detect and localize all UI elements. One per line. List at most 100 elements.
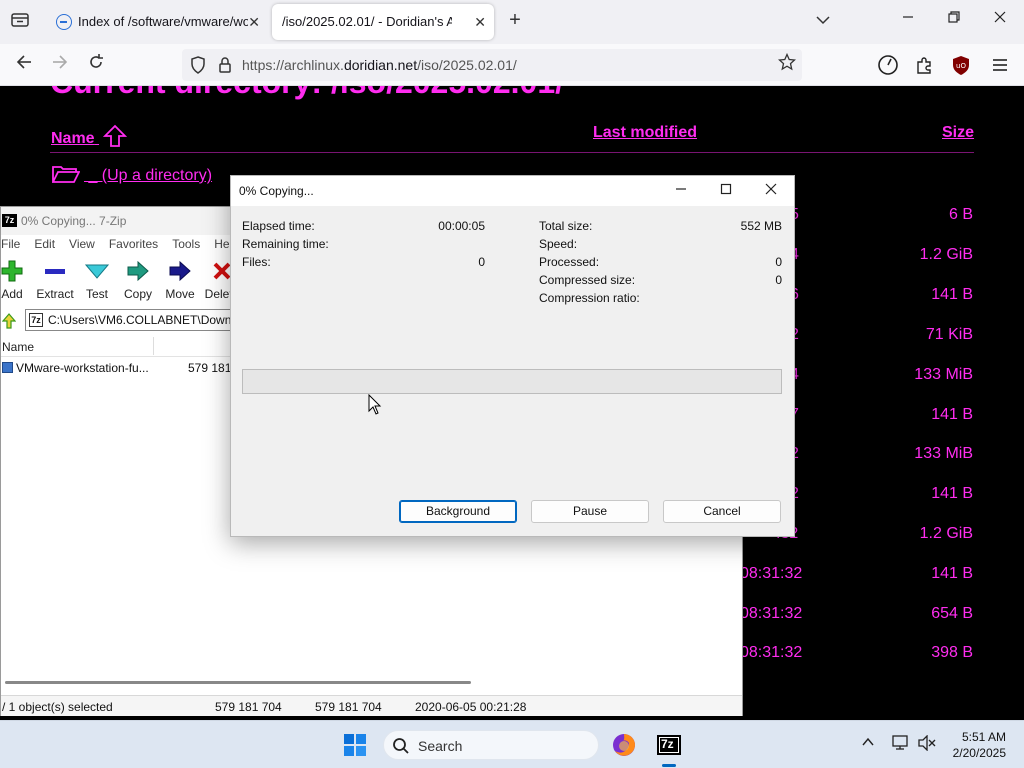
- address-bar[interactable]: https://archlinux.doridian.net/iso/2025.…: [182, 49, 802, 81]
- 7zip-menu-bar: File Edit View Favorites Tools Help: [1, 237, 253, 255]
- forward-button[interactable]: [48, 53, 72, 77]
- menu-tools[interactable]: Tools: [172, 237, 200, 251]
- column-name-label[interactable]: Name: [51, 130, 95, 147]
- up-directory-link[interactable]: _ (Up a directory): [52, 164, 212, 185]
- url-text: https://archlinux.doridian.net/iso/2025.…: [242, 57, 517, 73]
- test-button[interactable]: Test: [75, 259, 119, 301]
- speedometer-icon[interactable]: [877, 54, 899, 76]
- compressed-size-value: 0: [775, 273, 782, 287]
- compressed-size-label: Compressed size:: [539, 273, 636, 287]
- url-prefix: https://archlinux.: [242, 57, 344, 73]
- row-size: 654 B: [931, 605, 973, 622]
- copy-progress-bar: [242, 369, 782, 394]
- restore-icon[interactable]: [944, 10, 964, 29]
- remaining-time-label: Remaining time:: [242, 237, 329, 251]
- back-button[interactable]: [12, 53, 36, 77]
- extensions-icon[interactable]: [913, 54, 935, 76]
- copy-arrow-icon: [127, 260, 149, 282]
- menu-view[interactable]: View: [69, 237, 95, 251]
- plus-icon: [1, 260, 23, 282]
- menu-file[interactable]: File: [1, 237, 20, 251]
- dialog-title: 0% Copying...: [239, 184, 314, 198]
- menu-edit[interactable]: Edit: [34, 237, 55, 251]
- row-size: 1.2 GiB: [919, 246, 973, 263]
- column-name[interactable]: Name: [2, 340, 34, 354]
- tracking-protection-icon[interactable]: [190, 56, 206, 74]
- move-arrow-icon: [169, 260, 191, 282]
- row-size: 398 B: [931, 644, 973, 661]
- windows-start-icon[interactable]: [344, 734, 366, 756]
- move-label: Move: [165, 287, 195, 301]
- menu-favorites[interactable]: Favorites: [109, 237, 158, 251]
- row-size: 141 B: [931, 406, 973, 423]
- folder-open-icon: [52, 166, 80, 183]
- 7zip-title: 0% Copying... 7-Zip: [21, 214, 127, 228]
- firefox-view-icon[interactable]: [10, 12, 30, 32]
- tab-vmware-index[interactable]: Index of /software/vmware/workstation ✕: [44, 4, 268, 40]
- test-label: Test: [85, 287, 108, 301]
- column-name-header[interactable]: Name: [51, 124, 128, 148]
- header-divider: [50, 152, 974, 153]
- close-tab-icon[interactable]: ✕: [474, 4, 486, 40]
- 7zip-status-bar: / 1 object(s) selected 579 181 704 579 1…: [1, 695, 742, 716]
- row-size: 1.2 GiB: [919, 525, 973, 542]
- volume-muted-icon[interactable]: [918, 734, 936, 754]
- total-size-value: 552 MB: [740, 219, 782, 233]
- minimize-icon[interactable]: [898, 10, 918, 29]
- firefox-taskbar-icon[interactable]: [610, 731, 638, 759]
- file-icon: [2, 362, 13, 373]
- lock-icon[interactable]: [218, 56, 232, 74]
- horizontal-scrollbar[interactable]: [5, 681, 471, 684]
- list-all-tabs-icon[interactable]: [816, 12, 830, 28]
- close-icon[interactable]: [761, 182, 781, 198]
- column-separator[interactable]: [153, 337, 154, 355]
- row-size: 141 B: [931, 565, 973, 582]
- add-button[interactable]: Add: [0, 259, 34, 301]
- ublock-shield-icon[interactable]: uO: [950, 54, 972, 76]
- minimize-icon[interactable]: [671, 182, 691, 198]
- page-heading: Current directory: /iso/2025.02.01/: [50, 86, 564, 101]
- dialog-title-bar: 0% Copying...: [231, 176, 794, 206]
- row-date: 08:31:32: [740, 644, 803, 661]
- pause-button[interactable]: Pause: [531, 500, 649, 523]
- clock-date: 2/20/2025: [952, 746, 1006, 760]
- menu-hamburger-icon[interactable]: [989, 54, 1011, 76]
- network-icon[interactable]: [892, 735, 910, 754]
- clock-time: 5:51 AM: [961, 730, 1006, 744]
- elapsed-time-label: Elapsed time:: [242, 219, 315, 233]
- path-input[interactable]: 7z C:\Users\VM6.COLLABNET\Downloads\: [25, 309, 265, 331]
- browser-tab-bar: Index of /software/vmware/workstation ✕ …: [0, 0, 1024, 44]
- move-button[interactable]: Move: [158, 259, 202, 301]
- 7zip-logo-icon: 7z: [2, 214, 17, 227]
- elapsed-time-value: 00:00:05: [438, 219, 485, 233]
- taskbar-clock[interactable]: 5:51 AM 2/20/2025: [953, 729, 1006, 761]
- background-button[interactable]: Background: [399, 500, 517, 523]
- copy-progress-dialog: 0% Copying... Elapsed time: 00:00:05 Rem…: [230, 175, 795, 537]
- tab-arch-iso[interactable]: /iso/2025.02.01/ - Doridian's Arch Linux…: [272, 4, 494, 40]
- copy-button[interactable]: Copy: [116, 259, 160, 301]
- row-date: 08:31:32: [740, 565, 803, 582]
- column-size-header[interactable]: Size: [942, 124, 974, 142]
- compression-ratio-label: Compression ratio:: [539, 291, 640, 305]
- bookmark-star-icon[interactable]: [777, 52, 797, 76]
- close-window-icon[interactable]: [990, 10, 1010, 29]
- extract-button[interactable]: Extract: [33, 259, 77, 301]
- close-tab-icon[interactable]: ✕: [248, 4, 260, 40]
- globe-icon: [56, 14, 72, 30]
- cancel-button[interactable]: Cancel: [663, 500, 781, 523]
- tab-title: Index of /software/vmware/workstation: [78, 14, 248, 29]
- 7zip-taskbar-label: 7z: [661, 737, 674, 751]
- status-packed-size: 579 181 704: [315, 700, 382, 714]
- taskbar-search-box[interactable]: Search: [383, 730, 599, 760]
- show-hidden-icons-icon[interactable]: [862, 735, 874, 751]
- total-size-label: Total size:: [539, 219, 593, 233]
- new-tab-button[interactable]: +: [504, 10, 526, 32]
- svg-text:uO: uO: [956, 62, 966, 70]
- up-directory-label[interactable]: _ (Up a directory): [88, 167, 212, 184]
- reload-button[interactable]: [84, 53, 108, 77]
- files-value: 0: [478, 255, 485, 269]
- folder-up-icon[interactable]: [1, 313, 17, 332]
- maximize-icon[interactable]: [716, 182, 736, 198]
- speed-label: Speed:: [539, 237, 578, 251]
- column-modified-header[interactable]: Last modified: [593, 124, 697, 142]
